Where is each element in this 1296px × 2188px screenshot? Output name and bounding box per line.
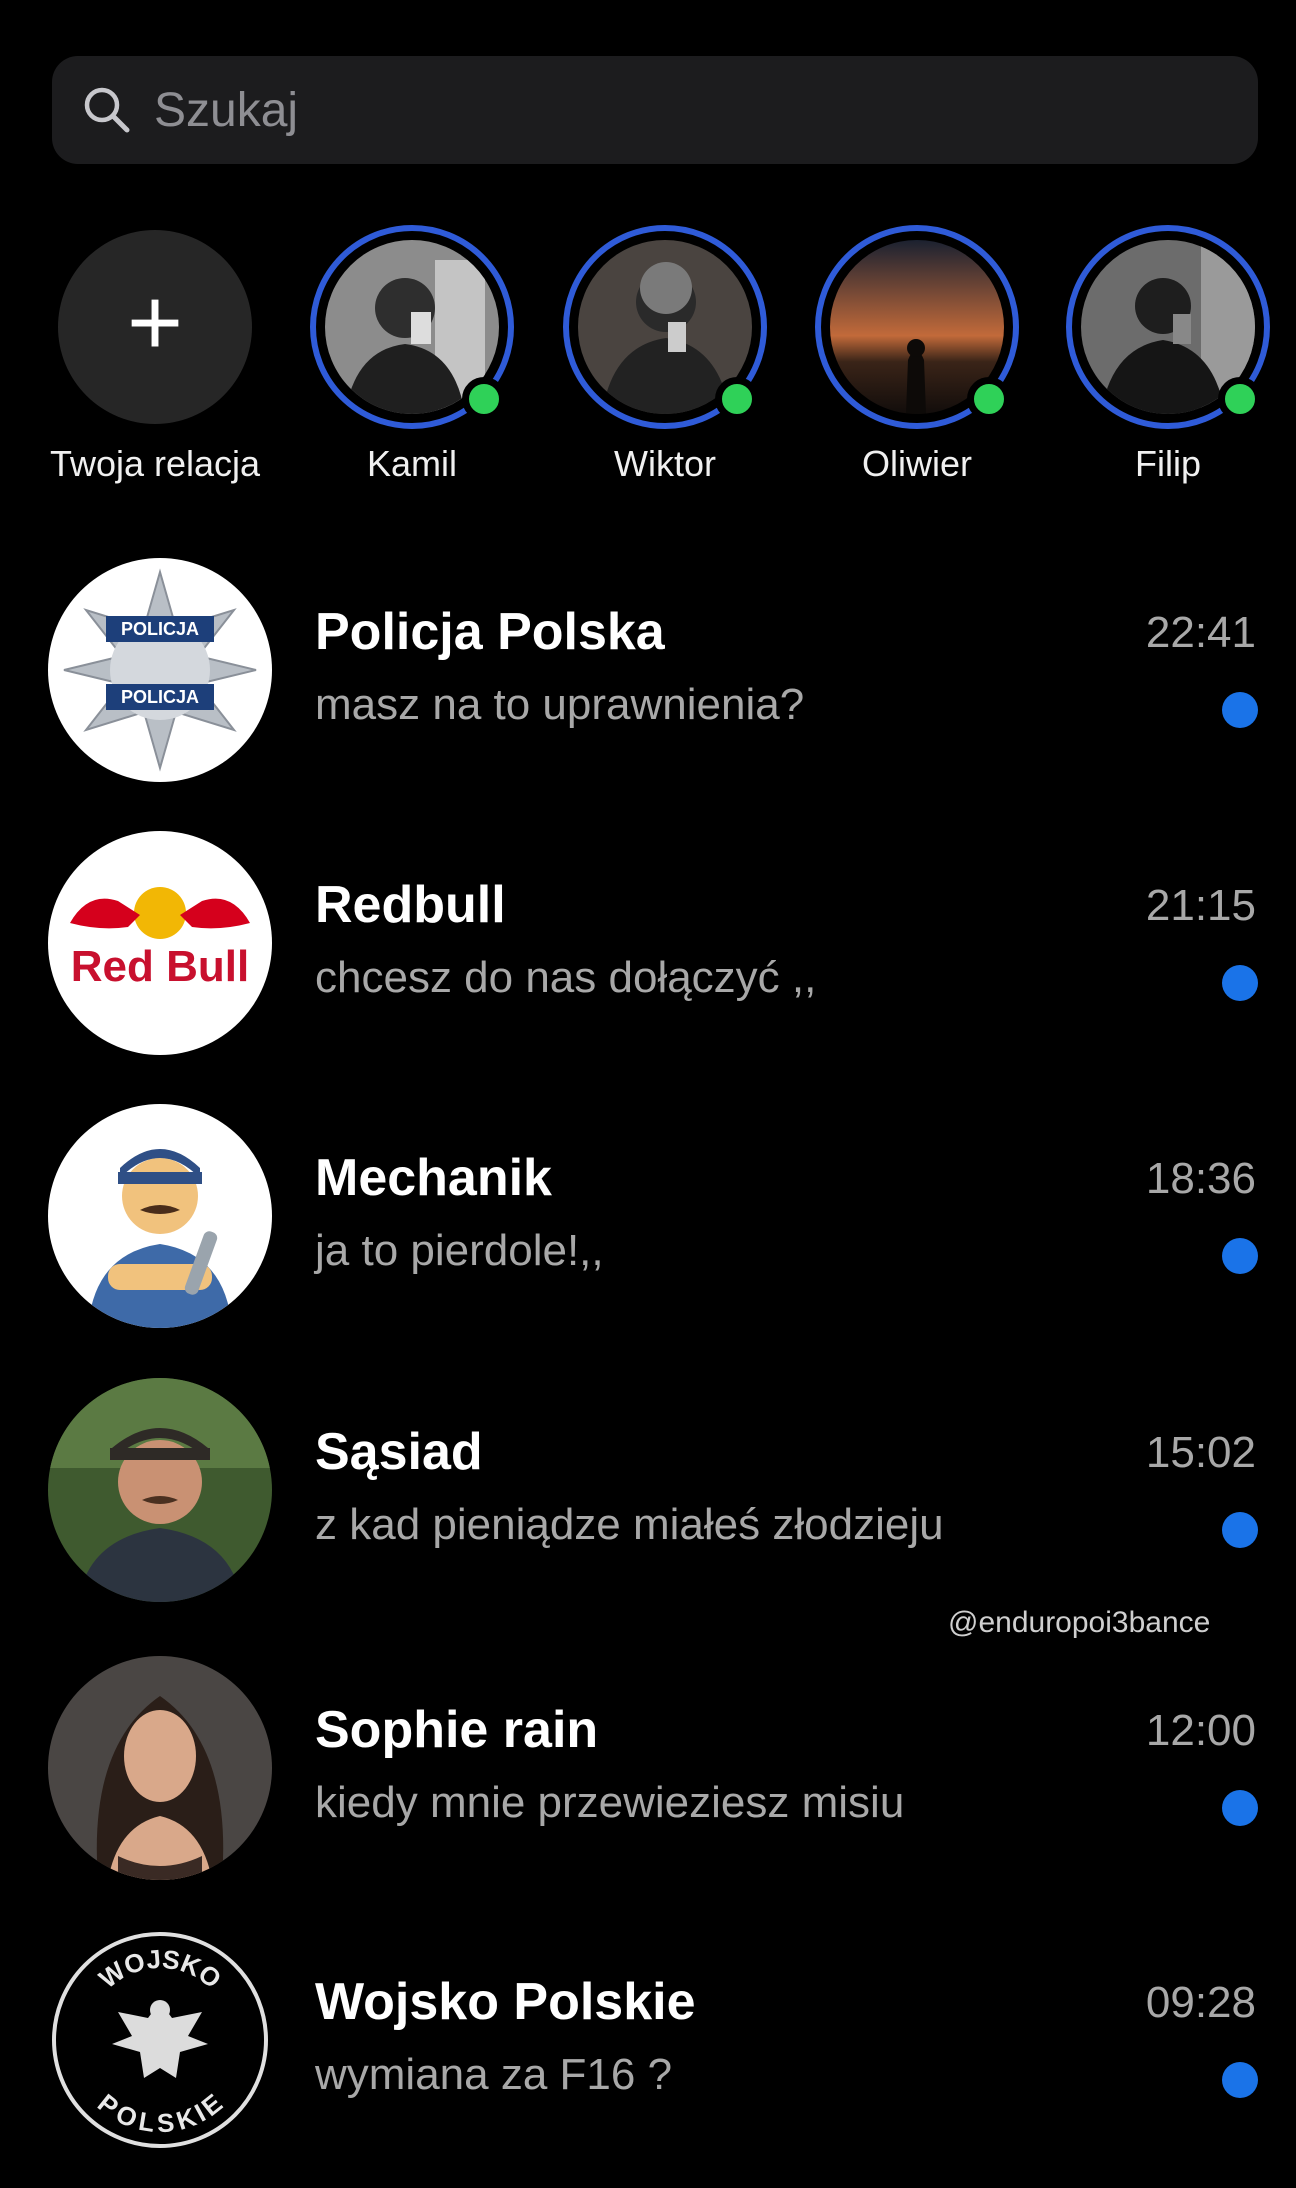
chat-name: Redbull — [315, 876, 506, 934]
unread-dot — [1222, 692, 1258, 728]
chat-row-policja[interactable]: POLICJA POLICJA Policja Polska masz na t… — [0, 552, 1296, 792]
avatar-text: POLICJA — [121, 687, 199, 707]
online-indicator — [715, 377, 759, 421]
unread-dot — [1222, 965, 1258, 1001]
chat-message: z kad pieniądze miałeś złodzieju — [315, 1500, 944, 1549]
avatar-text: POLICJA — [121, 619, 199, 639]
chat-row-sasiad[interactable]: Sąsiad z kad pieniądze miałeś złodzieju … — [0, 1372, 1296, 1612]
avatar — [48, 1378, 272, 1602]
chat-name: Sąsiad — [315, 1423, 483, 1481]
unread-dot — [1222, 1512, 1258, 1548]
chat-message: chcesz do nas dołączyć ,, — [315, 953, 817, 1002]
chat-row-mechanik[interactable]: Mechanik ja to pierdole!,, 18:36 — [0, 1098, 1296, 1338]
chat-row-redbull[interactable]: Red Bull Redbull chcesz do nas dołączyć … — [0, 825, 1296, 1065]
online-indicator — [462, 377, 506, 421]
stories-row: + Twoja relacja Kamil Wiktor Oliwier Fil… — [0, 225, 1296, 505]
chat-time: 21:15 — [1145, 881, 1256, 930]
watermark: @enduropoi3bance — [948, 1606, 1211, 1639]
unread-dot — [1222, 1790, 1258, 1826]
chat-name: Mechanik — [315, 1149, 552, 1207]
unread-dot — [1222, 2062, 1258, 2098]
chat-message: wymiana za F16 ? — [315, 2050, 673, 2099]
story-label: Twoja relacja — [49, 443, 261, 484]
chat-time: 22:41 — [1145, 608, 1256, 657]
plus-icon: + — [126, 269, 184, 376]
chat-row-wojsko[interactable]: WOJSKO POLSKIE Wojsko Polskie wymiana za… — [0, 1922, 1296, 2162]
story-label: Oliwier — [861, 443, 972, 484]
online-indicator — [967, 377, 1011, 421]
unread-dot — [1222, 1238, 1258, 1274]
search-icon — [84, 87, 130, 133]
chat-time: 18:36 — [1145, 1154, 1256, 1203]
chat-time: 15:02 — [1145, 1428, 1256, 1477]
chat-message: masz na to uprawnienia? — [315, 680, 805, 729]
chat-row-sophie[interactable]: Sophie rain kiedy mnie przewieziesz misi… — [0, 1650, 1296, 1890]
chat-name: Sophie rain — [315, 1701, 599, 1759]
chat-name: Wojsko Polskie — [315, 1973, 696, 2031]
chat-time: 09:28 — [1145, 1978, 1256, 2027]
story-label: Kamil — [366, 443, 458, 484]
chat-name: Policja Polska — [315, 603, 665, 661]
avatar-text: Red Bull — [71, 942, 249, 991]
chat-message: ja to pierdole!,, — [315, 1226, 604, 1275]
search-placeholder: Szukaj — [154, 83, 299, 137]
search-bar[interactable]: Szukaj — [52, 56, 1258, 164]
avatar — [48, 1104, 272, 1328]
chat-message: kiedy mnie przewieziesz misiu — [315, 1778, 905, 1827]
avatar: WOJSKO POLSKIE — [48, 1928, 272, 2152]
chat-time: 12:00 — [1145, 1706, 1256, 1755]
story-label: Filip — [1134, 443, 1201, 484]
online-indicator — [1218, 377, 1262, 421]
avatar: Red Bull — [48, 831, 272, 1055]
avatar — [48, 1656, 272, 1880]
story-label: Wiktor — [614, 443, 716, 484]
avatar: POLICJA POLICJA — [48, 558, 272, 782]
add-story-button[interactable]: + — [58, 230, 252, 424]
